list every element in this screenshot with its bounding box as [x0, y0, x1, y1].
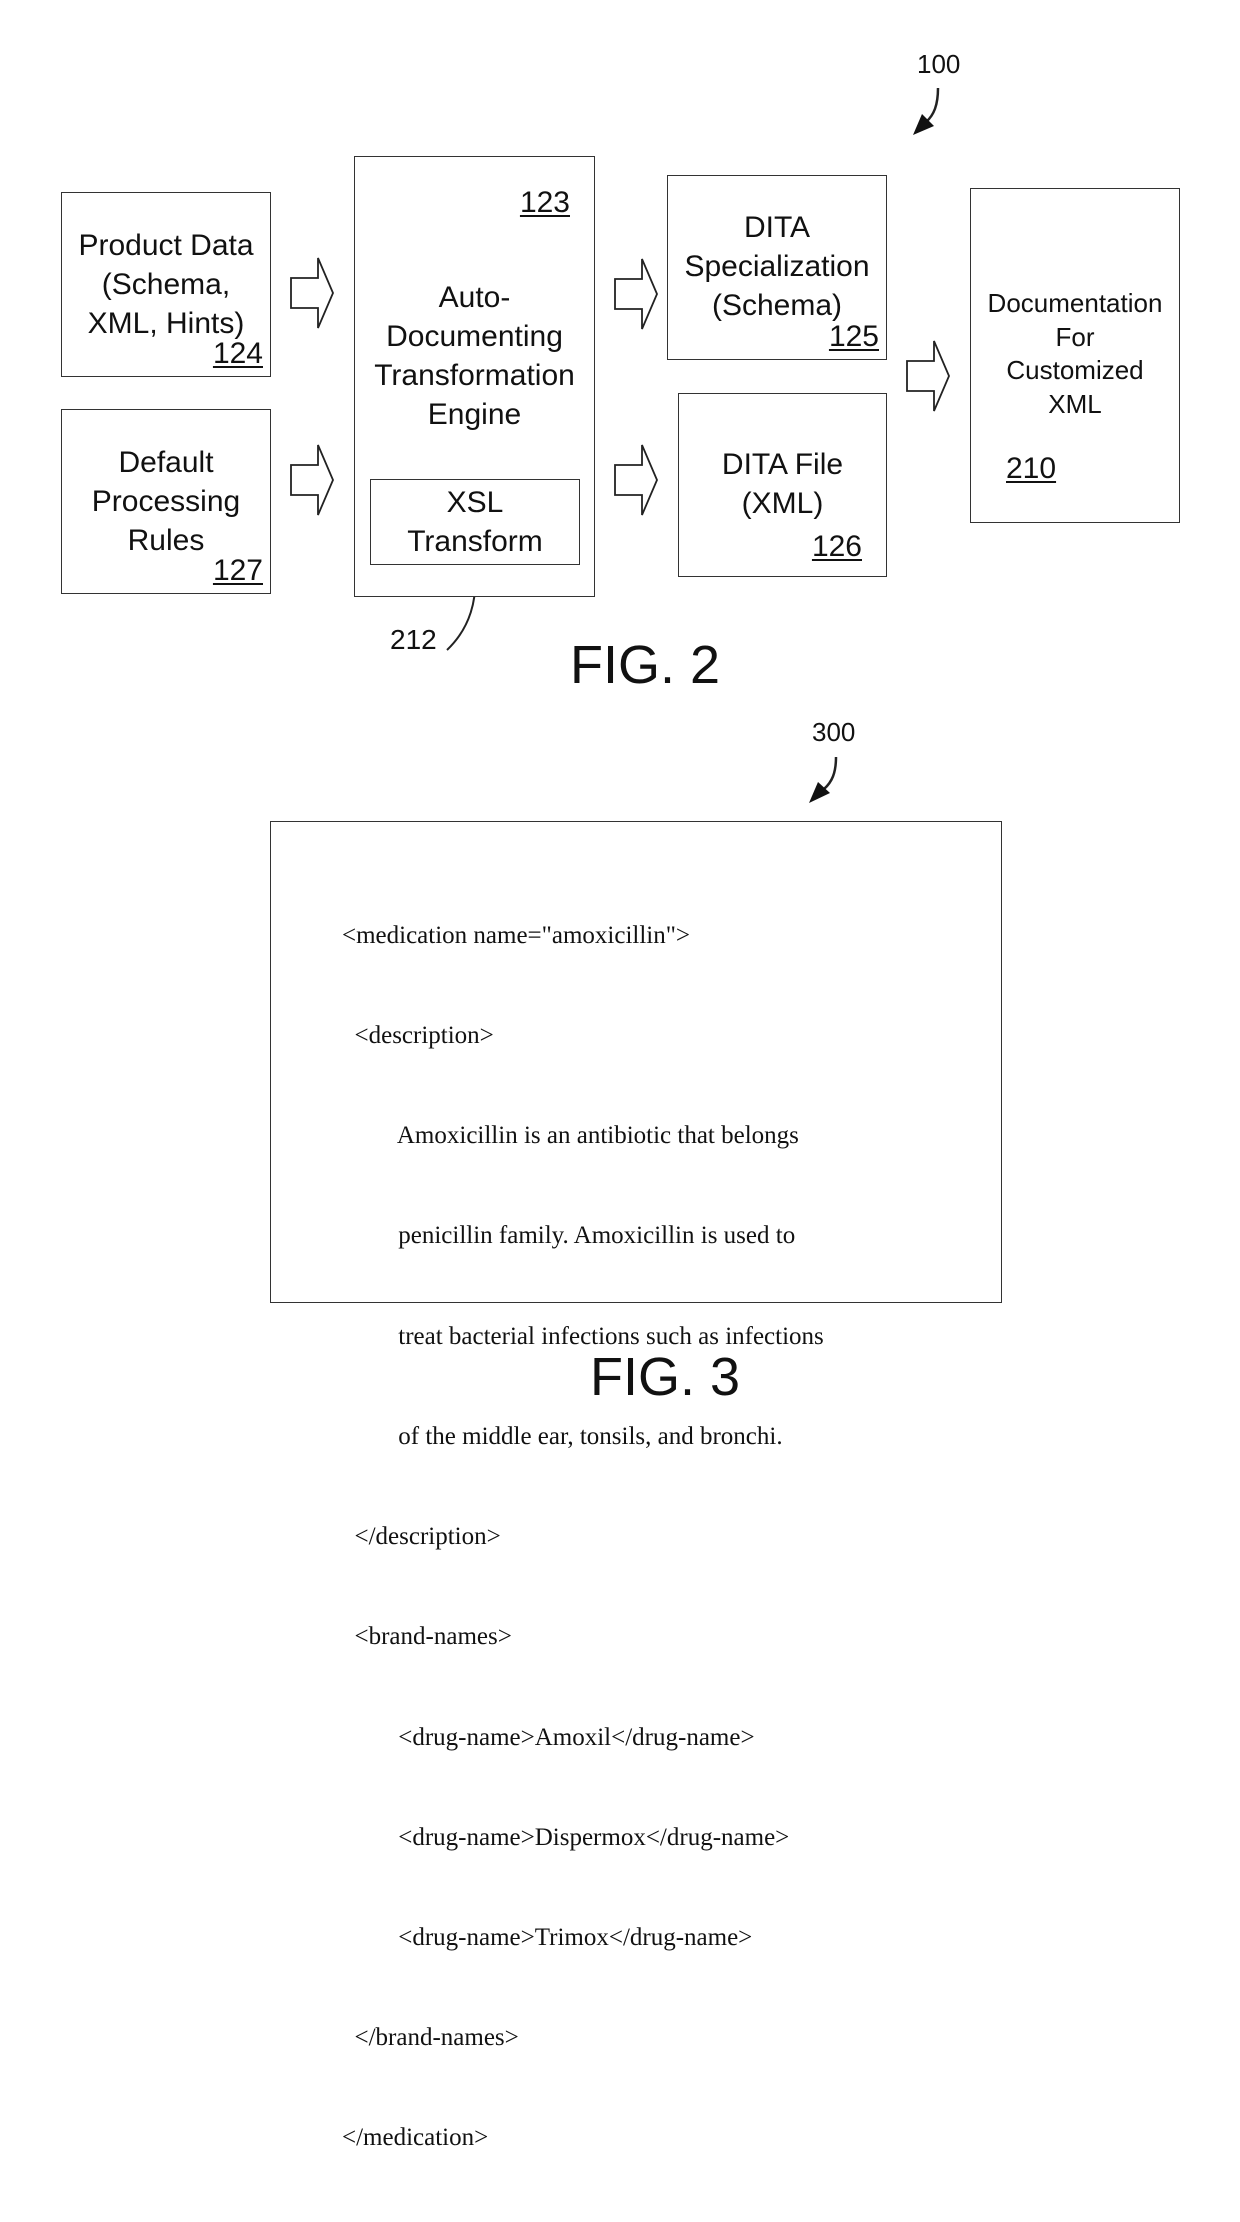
code-line: of the middle ear, tonsils, and bronchi.	[342, 1422, 783, 1450]
transformation-engine-box: 123 Auto- Documenting Transformation Eng…	[354, 156, 595, 597]
code-line: <drug-name>Dispermox</drug-name>	[342, 1823, 790, 1851]
product-data-box: Product Data (Schema, XML, Hints) 124	[61, 192, 271, 377]
xsl-transform-label: XSL Transform	[407, 486, 543, 558]
documentation-box: Documentation For Customized XML 210	[970, 188, 1180, 523]
xml-code-block: <medication name="amoxicillin"> <descrip…	[342, 852, 824, 2222]
figure-2-caption: FIG. 2	[570, 635, 721, 695]
system-reference-100: 100	[917, 49, 961, 79]
xsl-transform-ref: 212	[390, 624, 437, 655]
dita-specialization-box: DITA Specialization (Schema) 125	[667, 175, 887, 360]
transformation-engine-label: Auto- Documenting Transformation Engine	[374, 281, 575, 431]
pointer-arrow-300	[823, 756, 838, 790]
xsl-transform-box: XSL Transform	[370, 479, 580, 565]
arrow-engine-to-spec	[614, 258, 658, 330]
default-rules-label: Default Processing Rules	[91, 446, 241, 557]
product-data-ref: 124	[212, 337, 263, 370]
arrow-to-documentation	[906, 340, 950, 412]
code-line: <drug-name>Amoxil</drug-name>	[342, 1723, 755, 1751]
dita-file-box: DITA File (XML) 126	[678, 393, 887, 577]
code-line: treat bacterial infections such as infec…	[342, 1322, 824, 1350]
code-line: </medication>	[342, 2124, 489, 2152]
code-line: <description>	[342, 1022, 494, 1050]
xml-example-box: <medication name="amoxicillin"> <descrip…	[270, 821, 1002, 2151]
code-line: </description>	[342, 1523, 501, 1551]
code-line: <drug-name>Trimox</drug-name>	[342, 1924, 753, 1951]
dita-specialization-ref: 125	[828, 320, 879, 353]
code-line: </brand-names>	[342, 2024, 519, 2052]
code-line: Amoxicillin is an antibiotic that belong…	[342, 1122, 799, 1150]
dita-file-ref: 126	[811, 530, 862, 563]
arrow-engine-to-file	[614, 444, 658, 516]
arrow-product-to-engine	[290, 257, 334, 329]
documentation-label: Documentation For Customized XML	[987, 288, 1163, 419]
arrow-rules-to-engine	[290, 444, 334, 516]
documentation-ref: 210	[1006, 452, 1057, 485]
figure-3-caption: FIG. 3	[590, 1347, 741, 1407]
pointer-arrow-100	[925, 87, 940, 123]
dita-specialization-label: DITA Specialization (Schema)	[684, 211, 870, 322]
figure-3-reference-300: 300	[812, 717, 856, 747]
default-rules-ref: 127	[212, 554, 263, 587]
code-line: <medication name="amoxicillin">	[342, 921, 691, 949]
dita-file-label: DITA File (XML)	[721, 448, 844, 520]
code-line: <brand-names>	[342, 1623, 512, 1651]
product-data-label: Product Data (Schema, XML, Hints)	[78, 229, 254, 340]
transformation-engine-ref: 123	[519, 186, 570, 219]
default-rules-box: Default Processing Rules 127	[61, 409, 271, 594]
code-line: penicillin family. Amoxicillin is used t…	[342, 1222, 796, 1250]
